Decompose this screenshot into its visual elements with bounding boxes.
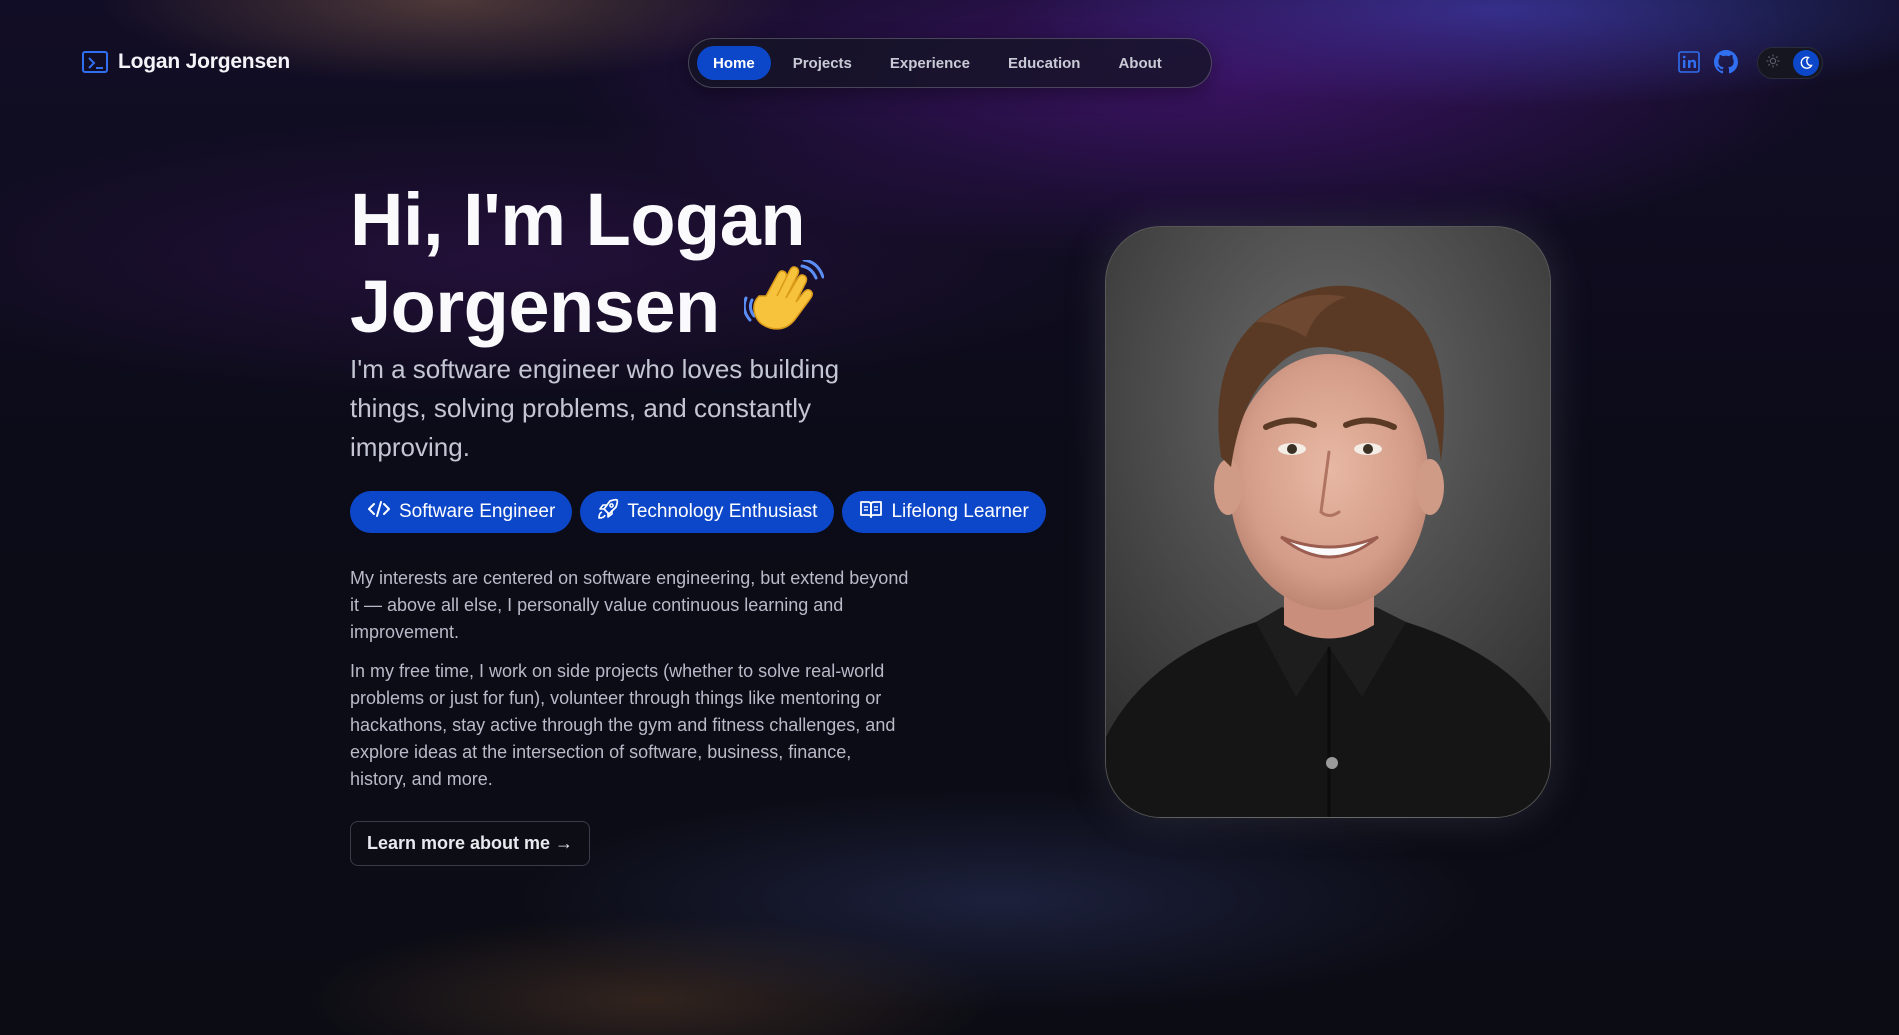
hero-title-line2: Jorgensen	[350, 265, 720, 348]
intro-paragraph-1: My interests are centered on software en…	[350, 568, 909, 642]
github-icon[interactable]	[1714, 50, 1738, 74]
hero-title-line1: Hi, I'm Logan	[350, 178, 806, 261]
main-nav: Home Projects Experience Education About	[688, 38, 1212, 88]
nav-experience[interactable]: Experience	[874, 46, 986, 80]
nav-education[interactable]: Education	[992, 46, 1097, 80]
brand-logo-link[interactable]: Logan Jorgensen	[82, 50, 290, 74]
intro-paragraph-2: In my free time, I work on side projects…	[350, 661, 896, 789]
moon-icon	[1793, 50, 1819, 76]
learn-more-button[interactable]: Learn more about me →	[350, 821, 591, 866]
page: Logan Jorgensen Home Projects Experience…	[0, 0, 1899, 1035]
terminal-icon	[82, 51, 108, 73]
book-icon	[859, 499, 883, 525]
profile-photo	[1105, 226, 1551, 818]
tag-lifelong-learner: Lifelong Learner	[842, 491, 1046, 533]
theme-toggle[interactable]	[1757, 47, 1823, 79]
hero-title: Hi, I'm Logan Jorgensen	[350, 180, 910, 351]
code-icon	[367, 499, 391, 525]
hero-subtitle: I'm a software engineer who loves buildi…	[350, 354, 840, 462]
sun-icon	[1766, 54, 1780, 73]
nav-projects[interactable]: Projects	[777, 46, 868, 80]
role-tags: Software Engineer Technology Enthusiast	[350, 491, 1046, 533]
rocket-icon	[597, 498, 619, 526]
linkedin-icon[interactable]	[1678, 51, 1700, 73]
brand-name: Logan Jorgensen	[118, 50, 291, 73]
tag-label: Technology Enthusiast	[627, 501, 818, 522]
nav-about[interactable]: About	[1102, 46, 1177, 80]
tag-technology-enthusiast: Technology Enthusiast	[580, 491, 835, 533]
tag-label: Software Engineer	[399, 501, 556, 522]
waving-hand-icon	[742, 258, 825, 351]
nav-home[interactable]: Home	[697, 46, 771, 80]
tag-label: Lifelong Learner	[891, 501, 1029, 522]
tag-software-engineer: Software Engineer	[350, 491, 573, 533]
